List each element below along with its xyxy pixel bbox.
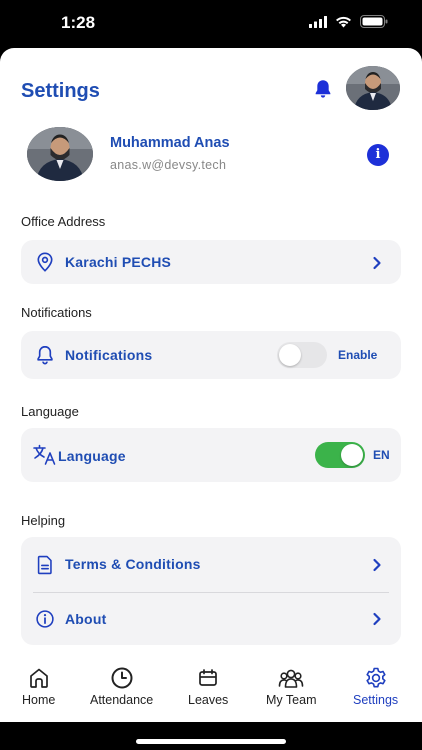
tab-label: Leaves [188,693,229,707]
avatar-image [346,66,400,110]
home-icon [29,668,48,688]
notifications-toggle-text: Enable [338,348,378,362]
notifications-label: Notifications [65,347,153,363]
settings-screen: Settings Muhammad Anas anas.w@devsy.tech… [0,48,422,722]
about-row[interactable]: About [21,593,401,645]
team-icon [278,669,304,688]
status-bar: 1:28 [0,0,422,48]
page-title: Settings [21,80,100,102]
status-time: 1:28 [61,13,96,32]
language-toggle-text: EN [373,448,390,462]
document-icon [37,555,52,575]
about-label: About [65,611,107,627]
chevron-right-icon [373,558,381,572]
language-toggle[interactable] [315,442,365,468]
bell-outline-icon [37,345,53,365]
notifications-toggle[interactable] [277,342,327,368]
status-icons [309,15,388,28]
chevron-right-icon [373,256,381,270]
tab-home[interactable]: Home [22,666,55,707]
language-section-label: Language [21,404,79,419]
home-bar [0,722,422,750]
avatar-image [27,127,93,181]
tab-settings[interactable]: Settings [353,666,398,707]
wifi-icon [336,16,351,27]
office-section-label: Office Address [21,214,106,229]
office-card[interactable]: Karachi PECHS [21,240,401,284]
helping-section-label: Helping [21,513,66,528]
terms-row[interactable]: Terms & Conditions [21,537,401,592]
tab-label: Attendance [90,693,154,707]
header-avatar[interactable] [346,66,400,110]
language-card: Language EN [21,428,401,482]
profile-info-button[interactable]: i [367,144,389,166]
tab-my-team[interactable]: My Team [266,666,316,707]
toggle-knob [341,444,363,466]
profile-email: anas.w@devsy.tech [110,158,227,172]
bell-icon[interactable] [312,78,334,100]
signal-icon [309,15,327,28]
tab-attendance[interactable]: Attendance [90,666,153,707]
translate-icon [33,444,56,465]
tab-label: My Team [266,693,317,707]
helping-card: Terms & Conditions About [21,537,401,645]
chevron-right-icon [373,612,381,626]
tab-label: Settings [353,693,399,707]
tab-leaves[interactable]: Leaves [188,666,228,707]
calendar-icon [199,669,218,686]
language-label: Language [58,448,126,464]
toggle-knob [279,344,301,366]
clock-icon [111,667,133,689]
office-value: Karachi PECHS [65,254,172,270]
profile-avatar [27,127,93,181]
notifications-card: Notifications Enable [21,331,401,379]
battery-icon [360,15,388,28]
gear-icon [365,667,386,688]
profile-name: Muhammad Anas [110,135,230,151]
location-pin-icon [37,252,53,272]
info-circle-icon [36,610,54,628]
home-indicator[interactable] [136,739,286,744]
tab-bar: Home Attendance Leaves My Team Settings [0,660,422,722]
tab-label: Home [22,693,56,707]
notifications-section-label: Notifications [21,305,92,320]
terms-label: Terms & Conditions [65,556,201,572]
